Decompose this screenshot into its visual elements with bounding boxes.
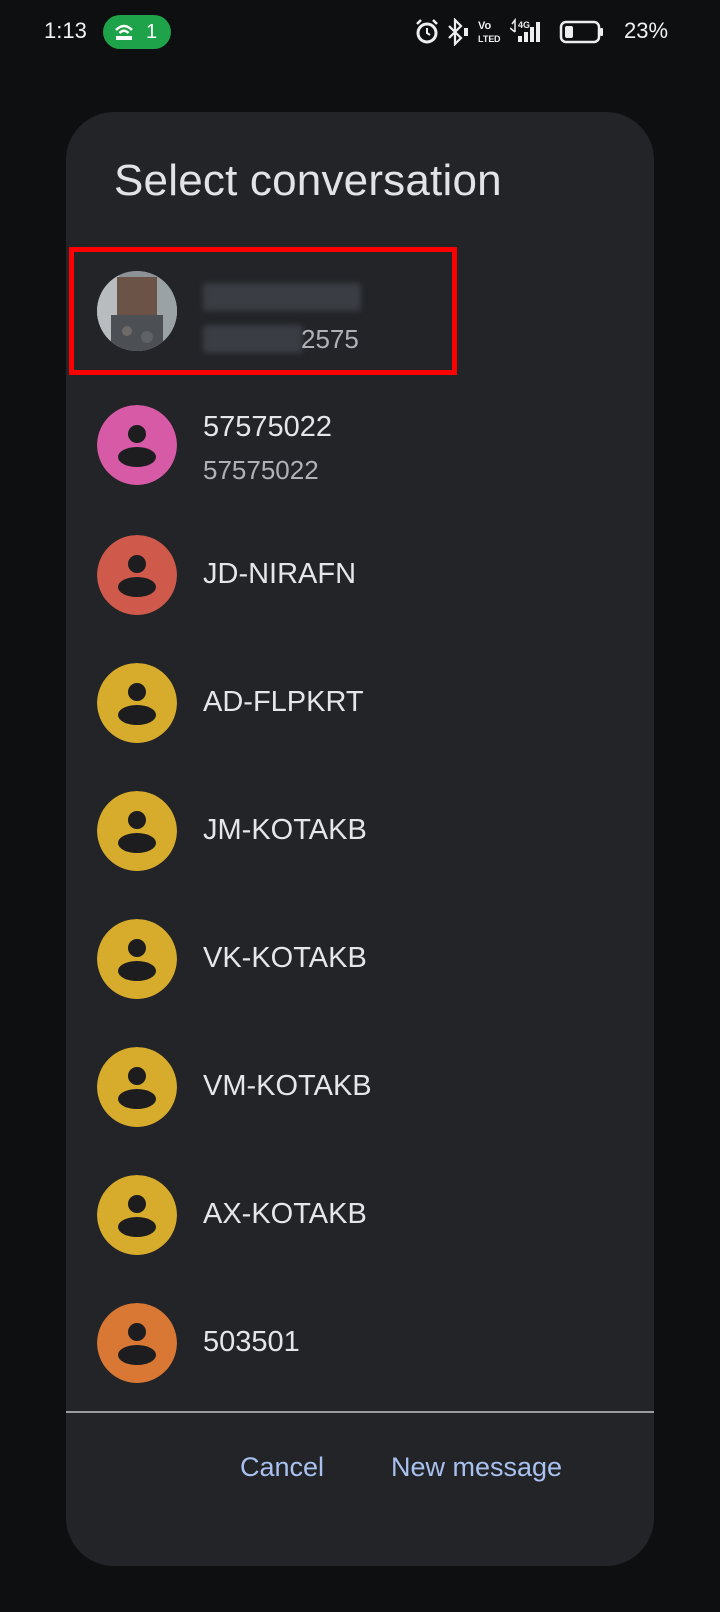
bluetooth-icon bbox=[448, 18, 468, 46]
conversation-item[interactable]: AD-FLPKRT bbox=[66, 639, 654, 767]
cancel-button[interactable]: Cancel bbox=[240, 1452, 324, 1483]
conversation-name: VK-KOTAKB bbox=[203, 942, 367, 974]
redacted-name bbox=[203, 283, 361, 311]
alarm-icon bbox=[416, 19, 438, 44]
svg-text:Vo: Vo bbox=[478, 20, 492, 32]
battery-percent: 23% bbox=[624, 18, 669, 43]
conversation-item[interactable]: JM-KOTAKB bbox=[66, 767, 654, 895]
contact-photo-avatar bbox=[97, 271, 177, 351]
person-avatar-icon bbox=[97, 1303, 177, 1383]
conversation-name: VM-KOTAKB bbox=[203, 1070, 372, 1102]
person-avatar-icon bbox=[97, 405, 177, 485]
svg-text:4G: 4G bbox=[518, 20, 530, 30]
conversation-name: 503501 bbox=[203, 1326, 300, 1358]
conversation-number: 57575022 bbox=[203, 455, 319, 485]
conversation-name: JM-KOTAKB bbox=[203, 814, 367, 846]
conversation-name: 57575022 bbox=[203, 411, 333, 443]
conversation-name: AD-FLPKRT bbox=[203, 686, 364, 718]
conversation-item[interactable]: 503501 bbox=[66, 1279, 654, 1407]
hotspot-count: 1 bbox=[146, 21, 158, 43]
person-avatar-icon bbox=[97, 1175, 177, 1255]
hotspot-badge: 1 bbox=[103, 15, 171, 49]
4g-signal-icon: 4G bbox=[510, 18, 540, 42]
battery-icon bbox=[559, 20, 603, 44]
conversation-item[interactable]: 57575022 57575022 bbox=[66, 381, 654, 509]
person-avatar-icon bbox=[97, 663, 177, 743]
conversation-number: 2575 bbox=[301, 324, 359, 354]
conversation-item[interactable]: VK-KOTAKB bbox=[66, 895, 654, 1023]
volte-icon: Vo LTE D bbox=[478, 20, 501, 44]
conversation-item[interactable]: AX-KOTAKB bbox=[66, 1151, 654, 1279]
person-avatar-icon bbox=[97, 791, 177, 871]
conversation-item[interactable]: 2575 bbox=[66, 247, 654, 375]
status-bar: 1:13 1 Vo LTE D 4G 23% bbox=[0, 0, 720, 66]
conversation-item[interactable]: JD-NIRAFN bbox=[66, 511, 654, 639]
select-conversation-dialog: Select conversation 2575 57575022 575750… bbox=[66, 112, 654, 1566]
person-avatar-icon bbox=[97, 1047, 177, 1127]
redacted-number bbox=[203, 325, 303, 353]
person-avatar-icon bbox=[97, 535, 177, 615]
svg-text:D: D bbox=[494, 34, 501, 44]
svg-text:LTE: LTE bbox=[478, 34, 494, 44]
conversation-name: AX-KOTAKB bbox=[203, 1198, 367, 1230]
new-message-button[interactable]: New message bbox=[391, 1452, 562, 1483]
conversation-item[interactable]: VM-KOTAKB bbox=[66, 1023, 654, 1151]
hotspot-icon bbox=[115, 24, 133, 40]
dialog-title: Select conversation bbox=[114, 156, 502, 205]
status-time: 1:13 bbox=[44, 18, 87, 43]
divider bbox=[66, 1411, 654, 1413]
conversation-list[interactable]: 2575 57575022 57575022 JD-NIRAFN AD-FLPK… bbox=[66, 247, 654, 1523]
conversation-name: JD-NIRAFN bbox=[203, 558, 357, 590]
person-avatar-icon bbox=[97, 919, 177, 999]
